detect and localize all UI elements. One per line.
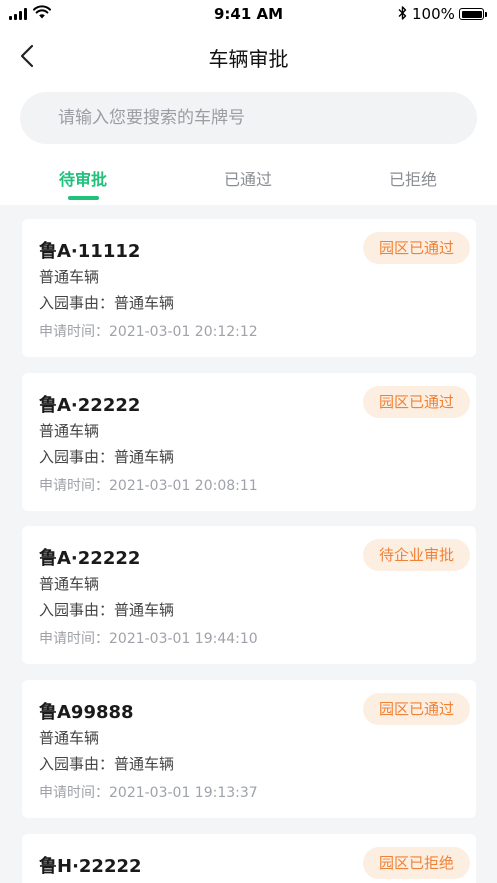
status-badge: 园区已通过 [362, 386, 470, 418]
status-badge: 园区已通过 [362, 232, 470, 264]
entry-reason: 入园事由：普通车辆 [39, 294, 175, 312]
list-item[interactable]: 鲁A·22222 普通车辆 入园事由：普通车辆 申请时间：2021-03-01 … [22, 373, 476, 511]
plate-number: 鲁A·11112 [39, 241, 141, 262]
battery-icon [459, 8, 487, 20]
status-badge: 待企业审批 [362, 539, 470, 571]
tab-pending[interactable]: 待审批 [23, 166, 143, 190]
active-tab-indicator [68, 196, 99, 200]
list-item[interactable]: 鲁H·22222 园区已拒绝 [22, 834, 476, 883]
list-item[interactable]: 鲁A·11112 普通车辆 入园事由：普通车辆 申请时间：2021-03-01 … [22, 219, 476, 357]
plate-number: 鲁A·22222 [39, 548, 141, 569]
tab-rejected[interactable]: 已拒绝 [353, 166, 473, 190]
battery-percent: 100% [412, 5, 455, 23]
vehicle-type: 普通车辆 [39, 575, 100, 593]
tab-bar: 待审批 已通过 已拒绝 [0, 158, 497, 202]
vehicle-type: 普通车辆 [39, 729, 100, 747]
list-item[interactable]: 鲁A99888 普通车辆 入园事由：普通车辆 申请时间：2021-03-01 1… [22, 680, 476, 818]
page-title: 车辆审批 [208, 47, 289, 71]
entry-reason: 入园事由：普通车辆 [39, 448, 175, 466]
navigation-bar: 车辆审批 [0, 34, 497, 78]
plate-number: 鲁A99888 [39, 702, 134, 723]
status-badge: 园区已通过 [362, 693, 470, 725]
bluetooth-icon [398, 6, 407, 20]
apply-time: 申请时间：2021-03-01 19:13:37 [39, 785, 258, 801]
search-input[interactable] [20, 92, 477, 144]
plate-number: 鲁A·22222 [39, 395, 141, 416]
status-bar: 9:41 AM 100% [0, 0, 497, 30]
apply-time: 申请时间：2021-03-01 20:12:12 [39, 324, 258, 340]
vehicle-type: 普通车辆 [39, 268, 100, 286]
header-area: 9:41 AM 100% 车辆审批 待审批 已通过 已拒绝 [0, 0, 497, 205]
entry-reason: 入园事由：普通车辆 [39, 755, 175, 773]
apply-time: 申请时间：2021-03-01 19:44:10 [39, 631, 258, 647]
list-item[interactable]: 鲁A·22222 普通车辆 入园事由：普通车辆 申请时间：2021-03-01 … [22, 526, 476, 664]
apply-time: 申请时间：2021-03-01 20:08:11 [39, 478, 258, 494]
plate-number: 鲁H·22222 [39, 856, 142, 877]
tab-approved[interactable]: 已通过 [188, 166, 308, 190]
status-badge: 园区已拒绝 [362, 847, 470, 879]
entry-reason: 入园事由：普通车辆 [39, 601, 175, 619]
vehicle-type: 普通车辆 [39, 422, 100, 440]
search-box[interactable] [20, 92, 477, 144]
